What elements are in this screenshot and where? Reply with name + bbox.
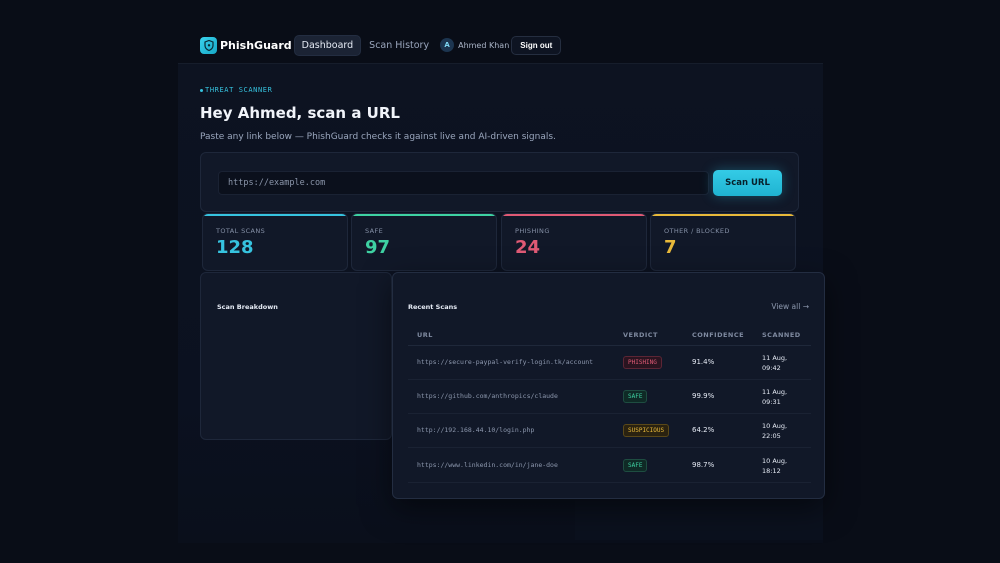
user-name: Ahmed Khan — [458, 40, 510, 50]
page-subtitle: Paste any link below — PhishGuard checks… — [200, 132, 556, 142]
stat-accent-bar — [651, 214, 795, 216]
scanned-cell: 11 Aug, 09:31 — [762, 387, 802, 407]
verdict-badge: SUSPICIOUS — [623, 424, 670, 437]
panel-title: Scan Breakdown — [217, 303, 278, 311]
stat-label: PHISHING — [515, 227, 550, 235]
scanned-date: 10 Aug, — [762, 457, 788, 465]
verdict-badge: PHISHING — [623, 356, 662, 369]
column-header: URL — [417, 331, 433, 339]
stat-value: 7 — [664, 237, 677, 258]
url-cell: https://github.com/anthropics/claude — [417, 392, 558, 400]
stat-label: OTHER / BLOCKED — [664, 227, 730, 235]
panel-title: Recent Scans — [408, 303, 458, 311]
table-row[interactable]: http://192.168.44.10/login.php SUSPICIOU… — [408, 414, 811, 448]
table-row[interactable]: https://github.com/anthropics/claude SAF… — [408, 380, 811, 414]
user-menu[interactable]: A Ahmed Khan — [440, 38, 509, 52]
table-row[interactable]: https://www.linkedin.com/in/jane-doe SAF… — [408, 449, 811, 483]
stat-other-blocked: OTHER / BLOCKED 7 — [650, 213, 796, 271]
avatar: A — [440, 38, 455, 52]
scanned-time: 22:05 — [762, 432, 781, 440]
nav-dashboard[interactable]: Dashboard — [293, 34, 362, 56]
scan-url-button[interactable]: Scan URL — [713, 170, 782, 196]
sign-out-button[interactable]: Sign out — [511, 35, 562, 55]
scanned-date: 11 Aug, — [762, 388, 788, 396]
stat-label: SAFE — [365, 227, 384, 235]
scanned-time: 18:12 — [762, 467, 781, 475]
url-input[interactable] — [218, 171, 709, 195]
view-all-link[interactable]: View all → — [771, 302, 809, 311]
stat-value: 24 — [515, 237, 541, 258]
scanned-date: 10 Aug, — [762, 422, 788, 430]
app-name: PhishGuard — [220, 38, 292, 52]
scan-breakdown-panel: Scan Breakdown — [200, 272, 392, 440]
confidence-cell: 99.9% — [692, 392, 715, 400]
logo[interactable]: PhishGuard — [200, 36, 292, 54]
stat-value: 97 — [365, 237, 391, 258]
stat-value: 128 — [216, 237, 254, 258]
eyebrow-label: THREAT SCANNER — [205, 86, 273, 94]
url-cell: https://secure-paypal-verify-login.tk/ac… — [417, 358, 594, 366]
column-header: CONFIDENCE — [692, 331, 745, 339]
scanned-date: 11 Aug, — [762, 354, 788, 362]
confidence-cell: 98.7% — [692, 461, 715, 469]
top-nav: PhishGuard Dashboard Scan History A Ahme… — [200, 34, 823, 56]
scanned-time: 09:31 — [762, 398, 781, 406]
stat-total-scans: TOTAL SCANS 128 — [202, 213, 348, 271]
stat-accent-bar — [352, 214, 496, 216]
stat-accent-bar — [502, 214, 646, 216]
eyebrow: THREAT SCANNER — [200, 86, 272, 94]
recent-scans-panel: Recent Scans View all → URL VERDICT CONF… — [392, 272, 825, 499]
confidence-cell: 64.2% — [692, 426, 715, 434]
url-cell: http://192.168.44.10/login.php — [417, 426, 535, 434]
scan-card: Scan URL — [200, 152, 799, 212]
table-row[interactable]: https://secure-paypal-verify-login.tk/ac… — [408, 346, 811, 380]
nav-scan-history[interactable]: Scan History — [362, 36, 436, 55]
verdict-badge: SAFE — [623, 459, 648, 472]
scanned-cell: 10 Aug, 18:12 — [762, 456, 802, 476]
eyebrow-dot-icon — [200, 88, 203, 92]
scanned-cell: 11 Aug, 09:42 — [762, 353, 802, 373]
stat-label: TOTAL SCANS — [216, 227, 266, 235]
verdict-badge: SAFE — [623, 390, 648, 403]
nav-divider — [178, 63, 823, 64]
scanned-time: 09:42 — [762, 364, 781, 372]
scanned-cell: 10 Aug, 22:05 — [762, 421, 802, 441]
page-title: Hey Ahmed, scan a URL — [200, 104, 400, 122]
background-fade — [575, 500, 823, 540]
column-header: SCANNED — [762, 331, 801, 339]
confidence-cell: 91.4% — [692, 358, 715, 366]
stat-phishing: PHISHING 24 — [501, 213, 647, 271]
shield-icon — [200, 36, 217, 54]
column-header: VERDICT — [623, 331, 658, 339]
url-cell: https://www.linkedin.com/in/jane-doe — [417, 461, 558, 469]
stat-safe: SAFE 97 — [351, 213, 497, 271]
stat-accent-bar — [203, 214, 347, 216]
